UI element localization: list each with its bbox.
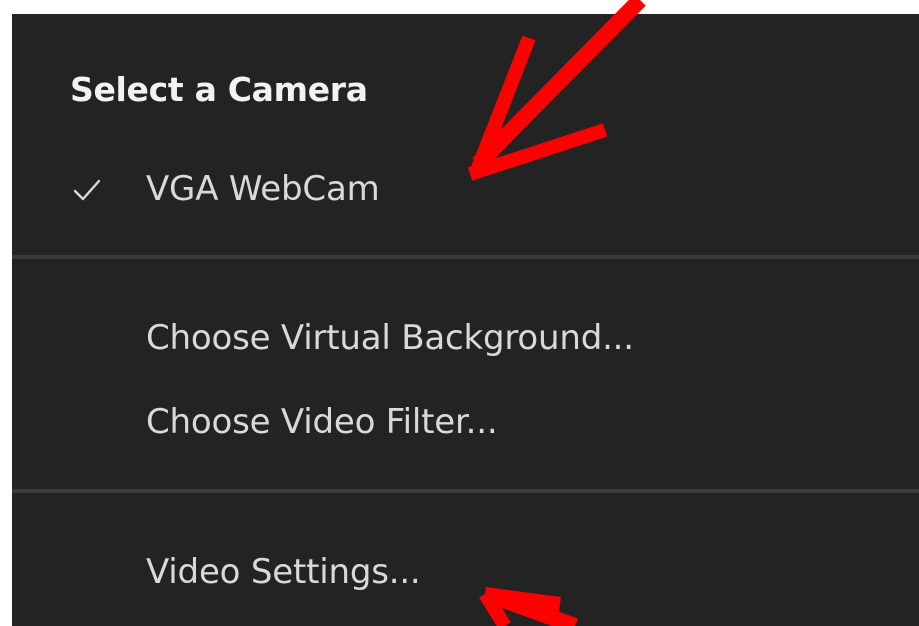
menu-header-select-camera: Select a Camera: [70, 70, 368, 109]
menu-divider: [12, 489, 919, 493]
menu-item-label: VGA WebCam: [146, 169, 380, 209]
screenshot-stage: Select a Camera VGA WebCam Choose Virtua…: [0, 0, 919, 626]
menu-item-vga-webcam[interactable]: VGA WebCam: [12, 159, 919, 223]
checkmark-icon: [73, 179, 101, 201]
menu-item-label: Choose Virtual Background...: [146, 318, 634, 358]
menu-item-video-settings[interactable]: Video Settings...: [12, 542, 919, 606]
menu-item-label: Video Settings...: [146, 552, 421, 592]
menu-divider: [12, 255, 919, 259]
menu-item-choose-virtual-background[interactable]: Choose Virtual Background...: [12, 308, 919, 372]
menu-item-label: Choose Video Filter...: [146, 402, 498, 442]
menu-item-choose-video-filter[interactable]: Choose Video Filter...: [12, 392, 919, 456]
camera-context-menu: Select a Camera VGA WebCam Choose Virtua…: [12, 14, 919, 626]
